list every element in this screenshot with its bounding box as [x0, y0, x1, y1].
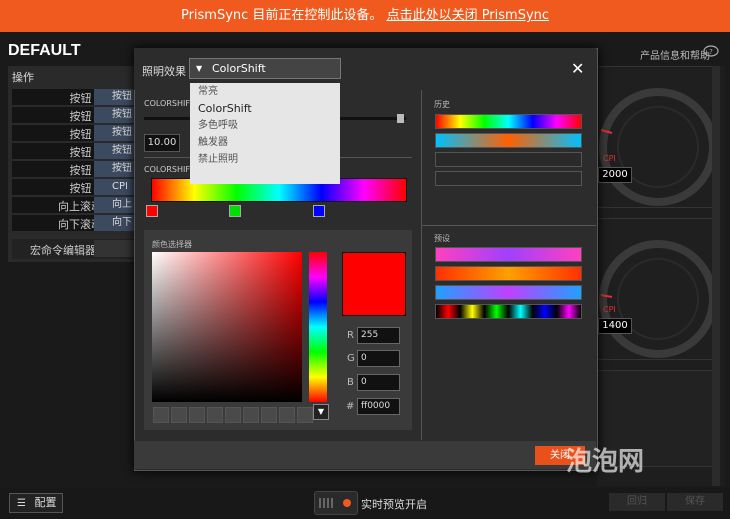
scrollbar[interactable]: [712, 66, 720, 486]
gauge-label: CPI: [603, 305, 616, 314]
hex-input[interactable]: ff0000: [357, 398, 400, 415]
config-label: 配置: [34, 496, 57, 509]
macro-editor-label: 宏命令编辑器: [30, 244, 96, 257]
effect-option-trigger[interactable]: 触发器: [190, 134, 340, 151]
profile-title: DEFAULT: [8, 42, 81, 59]
revert-button[interactable]: 回归: [609, 493, 665, 511]
action-value[interactable]: 向下: [94, 215, 138, 231]
action-row-button-3[interactable]: 按钮 3 按钮: [12, 125, 138, 141]
divider: [422, 225, 596, 226]
gauge-label: CPI: [603, 154, 616, 163]
save-button[interactable]: 保存: [667, 493, 723, 511]
effect-option-disable[interactable]: 禁止照明: [190, 151, 340, 168]
action-row-button-5[interactable]: 按钮 5 按钮: [12, 161, 138, 177]
speed-input[interactable]: 10.00: [144, 134, 180, 152]
gradient-stop-blue[interactable]: [313, 205, 325, 217]
action-row-scroll-down[interactable]: 向下滚动 向下: [12, 215, 138, 231]
config-button[interactable]: ☰ 配置: [9, 493, 63, 513]
preset-gradient-2[interactable]: [435, 266, 582, 281]
history-slot-empty[interactable]: [435, 171, 582, 186]
speed-slider-handle[interactable]: [397, 114, 404, 123]
live-preview-label: 实时预览开启: [361, 498, 427, 511]
toggle-indicator-icon: [343, 499, 351, 507]
list-icon: ☰: [17, 498, 26, 509]
b-input[interactable]: 0: [357, 374, 400, 391]
recent-color-slot[interactable]: [297, 407, 313, 423]
effect-select-value: ColorShift: [212, 62, 266, 75]
dropdown-arrow-icon: ▼: [196, 64, 203, 73]
colorshift-gradient-title: COLORSHIFT: [144, 165, 195, 174]
help-link[interactable]: 产品信息和帮助: [640, 47, 710, 62]
action-row-button-4[interactable]: 按钮 4 按钮: [12, 143, 138, 159]
gauge-value[interactable]: 1400: [598, 318, 632, 334]
history-title: 历史: [434, 100, 450, 109]
saturation-value-area[interactable]: [152, 252, 302, 402]
live-preview-toggle[interactable]: [314, 491, 358, 515]
lighting-effect-select[interactable]: ▼ ColorShift: [189, 58, 341, 79]
effect-option-colorshift[interactable]: ColorShift: [190, 100, 340, 117]
r-label: R: [347, 330, 354, 341]
macro-editor-row[interactable]: 宏命令编辑器: [12, 239, 138, 259]
lighting-effect-label: 照明效果: [142, 65, 186, 78]
action-row-button-6[interactable]: 按钮 6 CPI: [12, 179, 138, 195]
history-gradient-2[interactable]: [435, 133, 582, 148]
banner-close-link[interactable]: 点击此处以关闭 PrismSync: [387, 8, 549, 23]
history-slot-empty[interactable]: [435, 152, 582, 167]
banner-text: PrismSync 目前正在控制此设备。: [180, 8, 383, 23]
action-row-button-1[interactable]: 按钮 1 按钮: [12, 89, 138, 105]
action-value[interactable]: 按钮: [94, 143, 138, 159]
hue-slider[interactable]: [309, 252, 327, 402]
preset-title: 预设: [434, 234, 450, 243]
current-color-swatch: [342, 252, 406, 316]
b-label: B: [347, 377, 354, 388]
recent-color-slot[interactable]: [171, 407, 187, 423]
action-value[interactable]: 按钮: [94, 107, 138, 123]
g-input[interactable]: 0: [357, 350, 400, 367]
effect-option-steady[interactable]: 常亮: [190, 83, 340, 100]
recent-color-slot[interactable]: [225, 407, 241, 423]
gradient-stop-red[interactable]: [146, 205, 158, 217]
actions-title: 操作: [12, 71, 34, 84]
cpi-gauge-2[interactable]: CPI 1400: [597, 218, 717, 360]
action-value[interactable]: 按钮: [94, 125, 138, 141]
dialog-footer: [134, 441, 596, 469]
action-value[interactable]: CPI: [94, 179, 138, 195]
hex-label: #: [346, 401, 355, 412]
recent-color-slot[interactable]: [279, 407, 295, 423]
svg-text:?: ?: [709, 48, 713, 56]
g-label: G: [347, 353, 355, 364]
action-row-scroll-up[interactable]: 向上滚动 向上: [12, 197, 138, 213]
help-bubble-icon[interactable]: ?: [703, 45, 719, 59]
recent-color-slot[interactable]: [243, 407, 259, 423]
color-picker-title: 颜色选择器: [152, 240, 192, 249]
recent-color-slot[interactable]: [261, 407, 277, 423]
close-icon[interactable]: ✕: [571, 59, 584, 78]
macro-editor-button[interactable]: [94, 240, 138, 257]
preset-gradient-4[interactable]: [435, 304, 582, 319]
action-value[interactable]: 按钮: [94, 89, 138, 105]
action-value[interactable]: 向上: [94, 197, 138, 213]
gauge-dial-icon: [599, 240, 717, 358]
prismsync-banner: PrismSync 目前正在控制此设备。 点击此处以关闭 PrismSync: [0, 0, 730, 32]
divider: [421, 90, 422, 440]
cpi-gauge-1[interactable]: CPI 2000: [597, 66, 717, 208]
action-row-button-2[interactable]: 按钮 2 按钮: [12, 107, 138, 123]
lighting-effect-dropdown: 常亮 ColorShift 多色呼吸 触发器 禁止照明: [190, 83, 340, 184]
preset-gradient-1[interactable]: [435, 247, 582, 262]
toggle-grip-icon: [319, 498, 333, 508]
hue-arrow-down-icon[interactable]: ▼: [313, 404, 329, 420]
recent-color-slot[interactable]: [189, 407, 205, 423]
gauge-value[interactable]: 2000: [598, 167, 632, 183]
gauge-dial-icon: [599, 88, 717, 206]
action-value[interactable]: 按钮: [94, 161, 138, 177]
history-gradient-1[interactable]: [435, 114, 582, 129]
watermark-logo: 泡泡网: [566, 447, 645, 477]
effect-option-multi-breath[interactable]: 多色呼吸: [190, 117, 340, 134]
colorshift-speed-title: COLORSHIFT: [144, 99, 195, 108]
preset-gradient-3[interactable]: [435, 285, 582, 300]
recent-color-slot[interactable]: [153, 407, 169, 423]
recent-color-slot[interactable]: [207, 407, 223, 423]
gradient-stop-green[interactable]: [229, 205, 241, 217]
r-input[interactable]: 255: [357, 327, 400, 344]
